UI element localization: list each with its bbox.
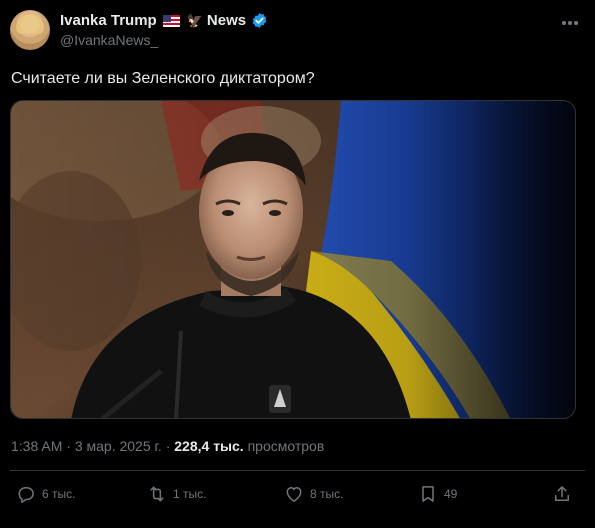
like-count: 8 тыс.: [310, 487, 344, 501]
tweet-date[interactable]: 3 мар. 2025 г.: [75, 438, 162, 454]
heart-icon: [286, 487, 302, 502]
share-button[interactable]: [552, 484, 572, 504]
tweet-meta: 1:38 AM · 3 мар. 2025 г. · 228,4 тыс. пр…: [11, 438, 324, 454]
tweet-image[interactable]: [10, 100, 576, 419]
share-icon: [555, 486, 569, 501]
photo-zelensky-flag: [11, 101, 575, 418]
us-flag-icon: [162, 14, 180, 27]
retweet-button[interactable]: 1 тыс.: [147, 484, 206, 504]
views-count: 228,4 тыс.: [174, 438, 244, 454]
divider: [10, 470, 585, 471]
eagle-icon: 🦅: [186, 12, 203, 28]
reply-count: 6 тыс.: [42, 487, 76, 501]
bookmark-count: 49: [444, 487, 458, 501]
author-name-suffix[interactable]: News: [207, 12, 246, 29]
retweet-count: 1 тыс.: [173, 487, 207, 501]
tweet-time[interactable]: 1:38 AM: [11, 438, 62, 454]
meta-separator: ·: [66, 438, 71, 454]
tweet-header: Ivanka Trump 🦅 News @IvankaNews_: [10, 10, 585, 54]
bookmark-button[interactable]: 49: [418, 484, 457, 504]
retweet-icon: [150, 486, 164, 502]
author-display-name[interactable]: Ivanka Trump: [60, 12, 157, 29]
more-options-icon[interactable]: [559, 12, 581, 34]
views-label: просмотров: [247, 438, 325, 454]
tweet-text: Считаете ли вы Зеленского диктатором?: [11, 70, 315, 87]
meta-separator: ·: [165, 438, 171, 454]
tweet-actions: 6 тыс. 1 тыс. 8 тыс. 49: [14, 484, 574, 508]
avatar[interactable]: [10, 10, 50, 50]
like-button[interactable]: 8 тыс.: [284, 484, 343, 504]
author-handle[interactable]: @IvankaNews_: [60, 32, 158, 48]
author-name-row[interactable]: Ivanka Trump 🦅 News: [60, 12, 268, 29]
reply-icon: [18, 487, 34, 503]
verified-badge-icon: [252, 13, 267, 28]
reply-button[interactable]: 6 тыс.: [16, 484, 75, 504]
bookmark-icon: [422, 486, 434, 502]
